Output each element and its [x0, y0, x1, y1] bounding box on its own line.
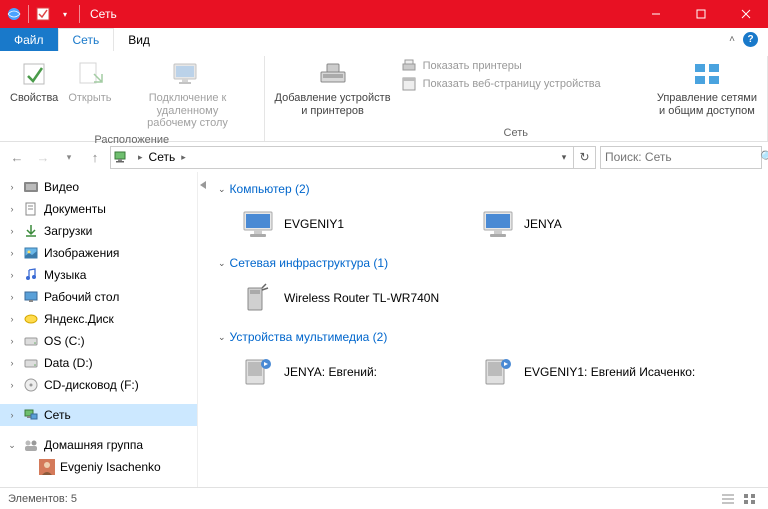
yadisk-icon	[22, 310, 40, 328]
computer-icon	[240, 206, 276, 242]
search-box[interactable]: 🔍	[600, 146, 762, 169]
drive-icon	[22, 332, 40, 350]
router-item[interactable]: Wireless Router TL-WR740N	[238, 278, 468, 318]
view-mode-switcher	[718, 491, 760, 507]
ribbon-tabs: Файл Сеть Вид ˄ ?	[0, 28, 768, 52]
tree-resizer[interactable]	[198, 172, 208, 487]
ribbon-small-buttons: Показать принтеры Показать веб-страницу …	[397, 56, 605, 94]
webpage-icon	[401, 76, 417, 92]
tree-item-cdrom[interactable]: ›CD-дисковод (F:)	[0, 374, 197, 396]
computer-icon	[480, 206, 516, 242]
tree-item-network[interactable]: ›Сеть	[0, 404, 197, 426]
add-devices-button[interactable]: Добавление устройств и принтеров	[271, 56, 395, 119]
media-device-icon	[240, 354, 276, 390]
tab-file[interactable]: Файл	[0, 28, 58, 51]
maximize-button[interactable]	[678, 0, 723, 28]
qat-separator	[79, 5, 80, 23]
open-button: Открыть	[64, 56, 115, 107]
cdrom-icon	[22, 376, 40, 394]
tree-item-homegroup[interactable]: ⌄Домашняя группа	[0, 434, 197, 456]
documents-icon	[22, 200, 40, 218]
breadcrumb-network[interactable]: Сеть	[146, 150, 179, 164]
details-view-button[interactable]	[718, 491, 738, 507]
tree-item-yadisk[interactable]: ›Яндекс.Диск	[0, 308, 197, 330]
qat-dropdown-icon[interactable]: ▾	[57, 6, 73, 22]
pictures-icon	[22, 244, 40, 262]
crumb-arrow-icon[interactable]: ▸	[178, 152, 189, 163]
section-computer[interactable]: ⌄Компьютер (2)	[218, 178, 758, 200]
drive-icon	[22, 354, 40, 372]
media-device-icon	[480, 354, 516, 390]
tree-item-desktop[interactable]: ›Рабочий стол	[0, 286, 197, 308]
network-app-icon	[6, 6, 22, 22]
qat-separator	[28, 5, 29, 23]
network-icon	[22, 406, 40, 424]
tab-network[interactable]: Сеть	[58, 28, 115, 51]
properties-button[interactable]: Свойства	[6, 56, 62, 107]
tree-item-documents[interactable]: ›Документы	[0, 198, 197, 220]
ribbon: Свойства Открыть Подключение к удаленном…	[0, 52, 768, 142]
content-pane: ⌄Компьютер (2) EVGENIY1 JENYA ⌄Сетевая и…	[208, 172, 768, 487]
desktop-icon	[22, 288, 40, 306]
titlebar: ▾ Сеть	[0, 0, 768, 28]
network-sharing-button[interactable]: Управление сетями и общим доступом	[653, 56, 761, 119]
user-avatar-icon	[38, 458, 56, 476]
tree-item-user[interactable]: Evgeniy Isachenko	[0, 456, 197, 478]
show-printers-button: Показать принтеры	[401, 58, 601, 74]
properties-qat-icon[interactable]	[35, 6, 51, 22]
back-button[interactable]: ←	[6, 146, 28, 168]
search-input[interactable]	[605, 150, 760, 164]
tree-item-video[interactable]: ›Видео	[0, 176, 197, 198]
tree-item-music[interactable]: ›Музыка	[0, 264, 197, 286]
downloads-icon	[22, 222, 40, 240]
printer-icon	[401, 58, 417, 74]
ribbon-group-location: Свойства Открыть Подключение к удаленном…	[0, 56, 265, 141]
tree-item-downloads[interactable]: ›Загрузки	[0, 220, 197, 242]
help-icon[interactable]: ?	[743, 32, 758, 47]
section-infrastructure[interactable]: ⌄Сетевая инфраструктура (1)	[218, 252, 758, 274]
address-bar[interactable]: ▸ Сеть ▸ ▾ ↻	[110, 146, 596, 169]
window-title: Сеть	[90, 7, 117, 21]
homegroup-icon	[22, 436, 40, 454]
status-item-count: Элементов: 5	[8, 493, 77, 505]
refresh-button[interactable]: ↻	[573, 147, 595, 168]
icons-view-button[interactable]	[740, 491, 760, 507]
computer-item[interactable]: EVGENIY1	[238, 204, 468, 244]
collapse-ribbon-icon[interactable]: ˄	[729, 34, 735, 45]
tab-view[interactable]: Вид	[114, 28, 164, 51]
music-icon	[22, 266, 40, 284]
tree-item-os-c[interactable]: ›OS (C:)	[0, 330, 197, 352]
address-dropdown-icon[interactable]: ▾	[555, 147, 573, 168]
ribbon-group-network: Добавление устройств и принтеров Показат…	[265, 56, 768, 141]
body: ›Видео ›Документы ›Загрузки ›Изображения…	[0, 172, 768, 487]
status-bar: Элементов: 5	[0, 487, 768, 509]
computer-item[interactable]: JENYA	[478, 204, 708, 244]
media-device-item[interactable]: EVGENIY1: Евгений Исаченко:	[478, 352, 708, 392]
quick-access-toolbar: ▾	[0, 5, 80, 23]
forward-button[interactable]: →	[32, 146, 54, 168]
video-icon	[22, 178, 40, 196]
show-webpage-button: Показать веб-страницу устройства	[401, 76, 601, 92]
tree-item-pictures[interactable]: ›Изображения	[0, 242, 197, 264]
navigation-tree[interactable]: ›Видео ›Документы ›Загрузки ›Изображения…	[0, 172, 198, 487]
minimize-button[interactable]	[633, 0, 678, 28]
tree-item-data-d[interactable]: ›Data (D:)	[0, 352, 197, 374]
section-media[interactable]: ⌄Устройства мультимедиа (2)	[218, 326, 758, 348]
search-icon[interactable]: 🔍	[760, 150, 768, 164]
navigation-bar: ← → ▾ ↑ ▸ Сеть ▸ ▾ ↻ 🔍	[0, 142, 768, 172]
media-device-item[interactable]: JENYA: Евгений:	[238, 352, 468, 392]
crumb-arrow-icon[interactable]: ▸	[135, 152, 146, 163]
router-icon	[240, 280, 276, 316]
recent-dropdown[interactable]: ▾	[58, 146, 80, 168]
close-button[interactable]	[723, 0, 768, 28]
network-location-icon	[113, 148, 131, 166]
remote-desktop-button: Подключение к удаленному рабочему столу	[118, 56, 258, 132]
up-button[interactable]: ↑	[84, 146, 106, 168]
